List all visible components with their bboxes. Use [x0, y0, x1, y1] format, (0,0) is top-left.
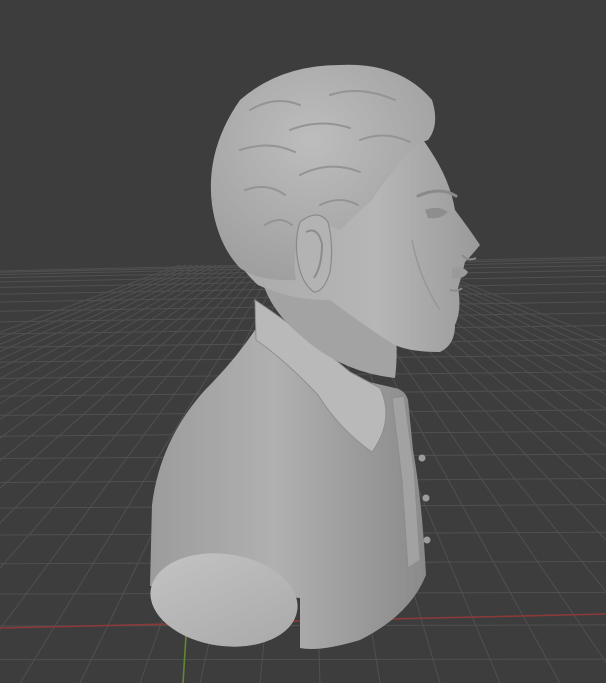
shirt-button [422, 494, 430, 502]
bust-mustache [452, 267, 468, 279]
3d-viewport[interactable] [0, 0, 606, 683]
shirt-button [418, 454, 426, 462]
bust-model[interactable] [144, 64, 480, 656]
grid-line [0, 264, 187, 339]
viewport-canvas[interactable] [0, 0, 606, 683]
shirt-button [423, 536, 431, 544]
